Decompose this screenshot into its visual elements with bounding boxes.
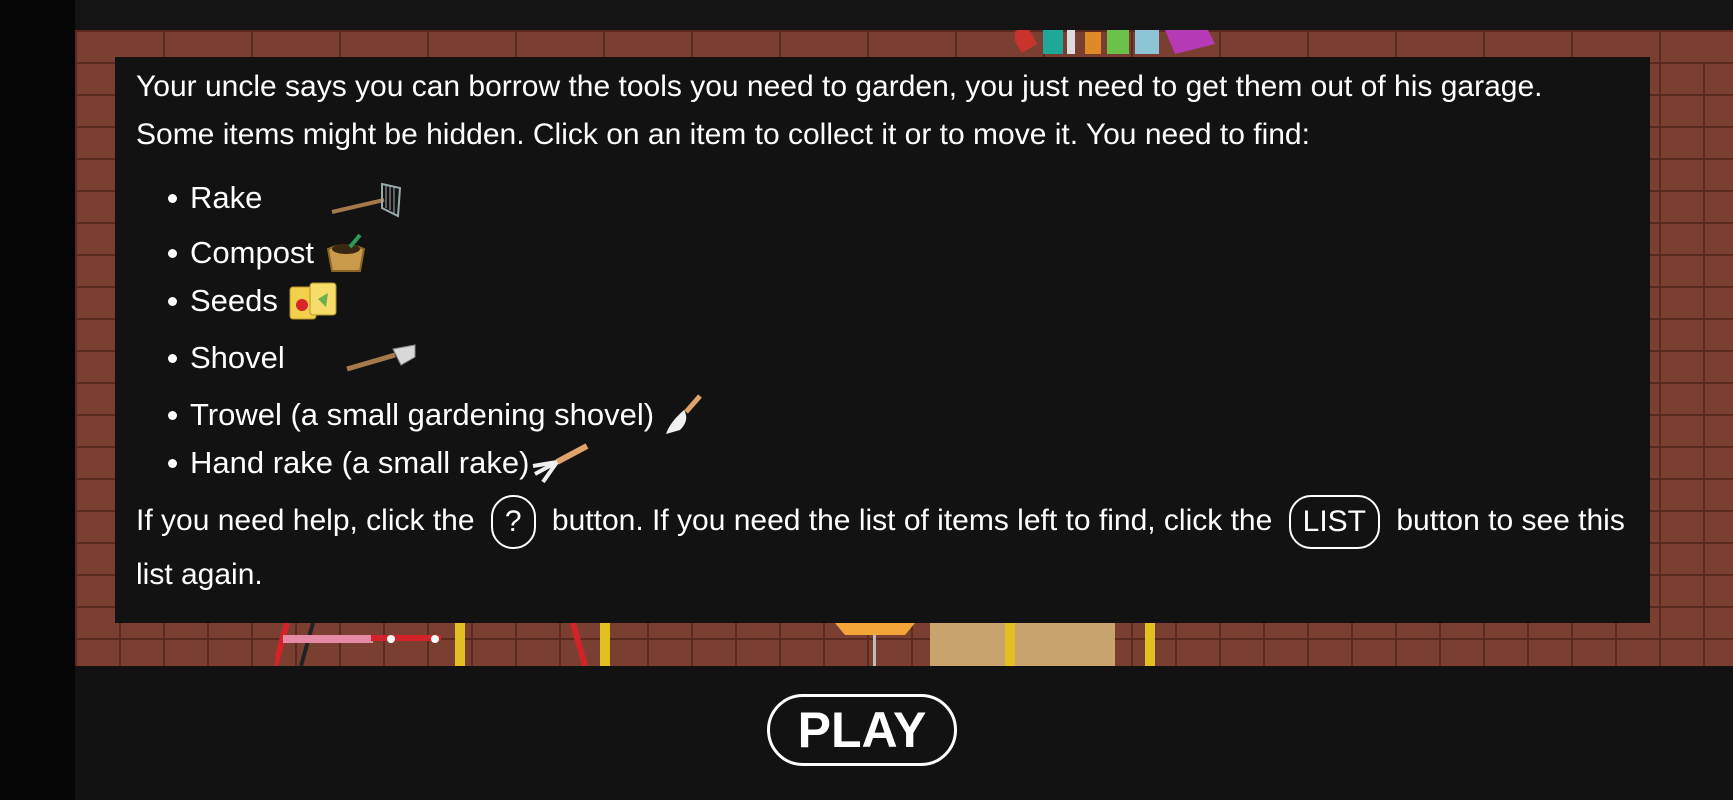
list-item: Hand rake (a small rake) — [168, 439, 1629, 487]
play-button[interactable]: PLAY — [767, 694, 957, 766]
shovel-icon — [346, 344, 416, 372]
item-label: Compost — [190, 235, 315, 270]
item-label: Trowel (a small gardening shovel) — [190, 397, 655, 432]
trowel-icon — [666, 394, 702, 434]
list-item: Seeds — [168, 277, 1629, 325]
seed-packets-icon — [289, 282, 337, 320]
help-text-part1: If you need help, click the — [136, 504, 475, 537]
item-list: Rake Compost Seeds Shovel Trowel (a smal… — [136, 167, 1629, 487]
instructions-dialog: Your uncle says you can borrow the tools… — [115, 57, 1650, 623]
intro-text: Your uncle says you can borrow the tools… — [136, 70, 1543, 151]
list-item: Trowel (a small gardening shovel) — [168, 391, 1629, 439]
item-label: Seeds — [190, 283, 278, 318]
help-text-part2: button. If you need the list of items le… — [551, 504, 1273, 537]
list-item: Compost — [168, 229, 1629, 277]
item-label: Rake — [190, 180, 263, 215]
garage-floor-items[interactable] — [275, 623, 1275, 666]
shelf-bottles-group[interactable] — [1015, 30, 1275, 54]
top-bar — [75, 0, 1733, 30]
item-label: Hand rake (a small rake) — [190, 445, 530, 480]
left-margin — [0, 0, 75, 800]
compost-bag-icon — [326, 233, 366, 272]
list-item: Rake — [168, 167, 1629, 229]
list-item: Shovel — [168, 325, 1629, 391]
help-text: If you need help, click the ? button. If… — [136, 495, 1629, 601]
help-button[interactable]: ? — [490, 495, 536, 550]
rake-icon — [331, 182, 402, 218]
hand-rake-icon — [533, 443, 589, 484]
list-button[interactable]: LIST — [1288, 495, 1381, 550]
item-label: Shovel — [190, 340, 285, 375]
